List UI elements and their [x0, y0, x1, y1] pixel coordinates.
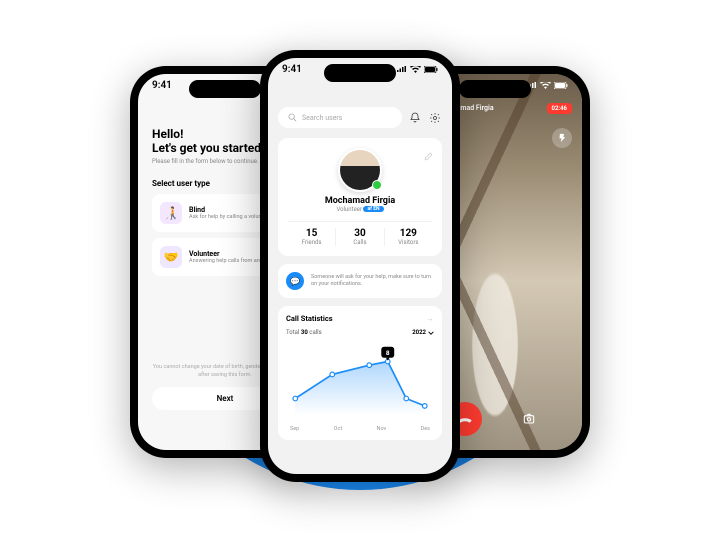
status-icons	[397, 66, 438, 73]
notch	[324, 64, 396, 82]
avatar[interactable]	[338, 148, 382, 192]
hint-text: Someone will ask for your help, make sur…	[311, 274, 434, 288]
search-placeholder: Search users	[302, 114, 342, 122]
search-icon	[288, 113, 297, 122]
year-selector[interactable]: 2022	[412, 329, 434, 336]
chart-expand-button[interactable]: →	[426, 314, 434, 323]
profile-card: Mochamad Firgia Volunteer af EN 15Friend…	[278, 138, 442, 256]
stat-friends[interactable]: 15Friends	[288, 228, 335, 246]
settings-button[interactable]	[428, 111, 442, 125]
language-badge: af EN	[363, 206, 383, 212]
flash-icon	[557, 133, 567, 143]
notification-hint[interactable]: 💬 Someone will ask for your help, make s…	[278, 264, 442, 298]
chevron-down-icon	[428, 330, 434, 336]
search-input[interactable]: Search users	[278, 107, 402, 128]
clock: 9:41	[282, 64, 302, 75]
call-timer: 02:46	[547, 103, 572, 114]
status-icons	[527, 80, 568, 91]
flip-camera-button[interactable]	[516, 406, 542, 432]
stat-visitors[interactable]: 129Visitors	[384, 228, 432, 246]
notch	[459, 80, 531, 98]
profile-role: Volunteer af EN	[288, 206, 432, 213]
volunteer-icon: 🤝	[160, 246, 182, 268]
notifications-button[interactable]	[408, 111, 422, 125]
clock: 9:41	[152, 80, 172, 91]
flip-camera-icon	[521, 411, 537, 427]
chart-card: Call Statistics → Total 30 calls 2022 8 …	[278, 306, 442, 440]
chart-x-axis: Sep Oct Nov Des	[286, 426, 434, 432]
chart-title: Call Statistics	[286, 314, 333, 323]
line-chart: 8	[286, 340, 434, 420]
stat-calls[interactable]: 30Calls	[335, 228, 383, 246]
flashlight-button[interactable]	[552, 128, 572, 148]
chart-tooltip-value: 8	[386, 349, 390, 357]
chart-total: Total 30 calls	[286, 329, 322, 336]
profile-name: Mochamad Firgia	[288, 196, 432, 206]
chat-icon: 💬	[286, 272, 304, 290]
blind-icon: 🧑‍🦯	[160, 202, 182, 224]
bell-icon	[409, 112, 421, 124]
profile-phone: 9:41 Search users Mochamad Firgia Volunt…	[260, 50, 460, 482]
notch	[189, 80, 261, 98]
gear-icon	[429, 112, 441, 124]
